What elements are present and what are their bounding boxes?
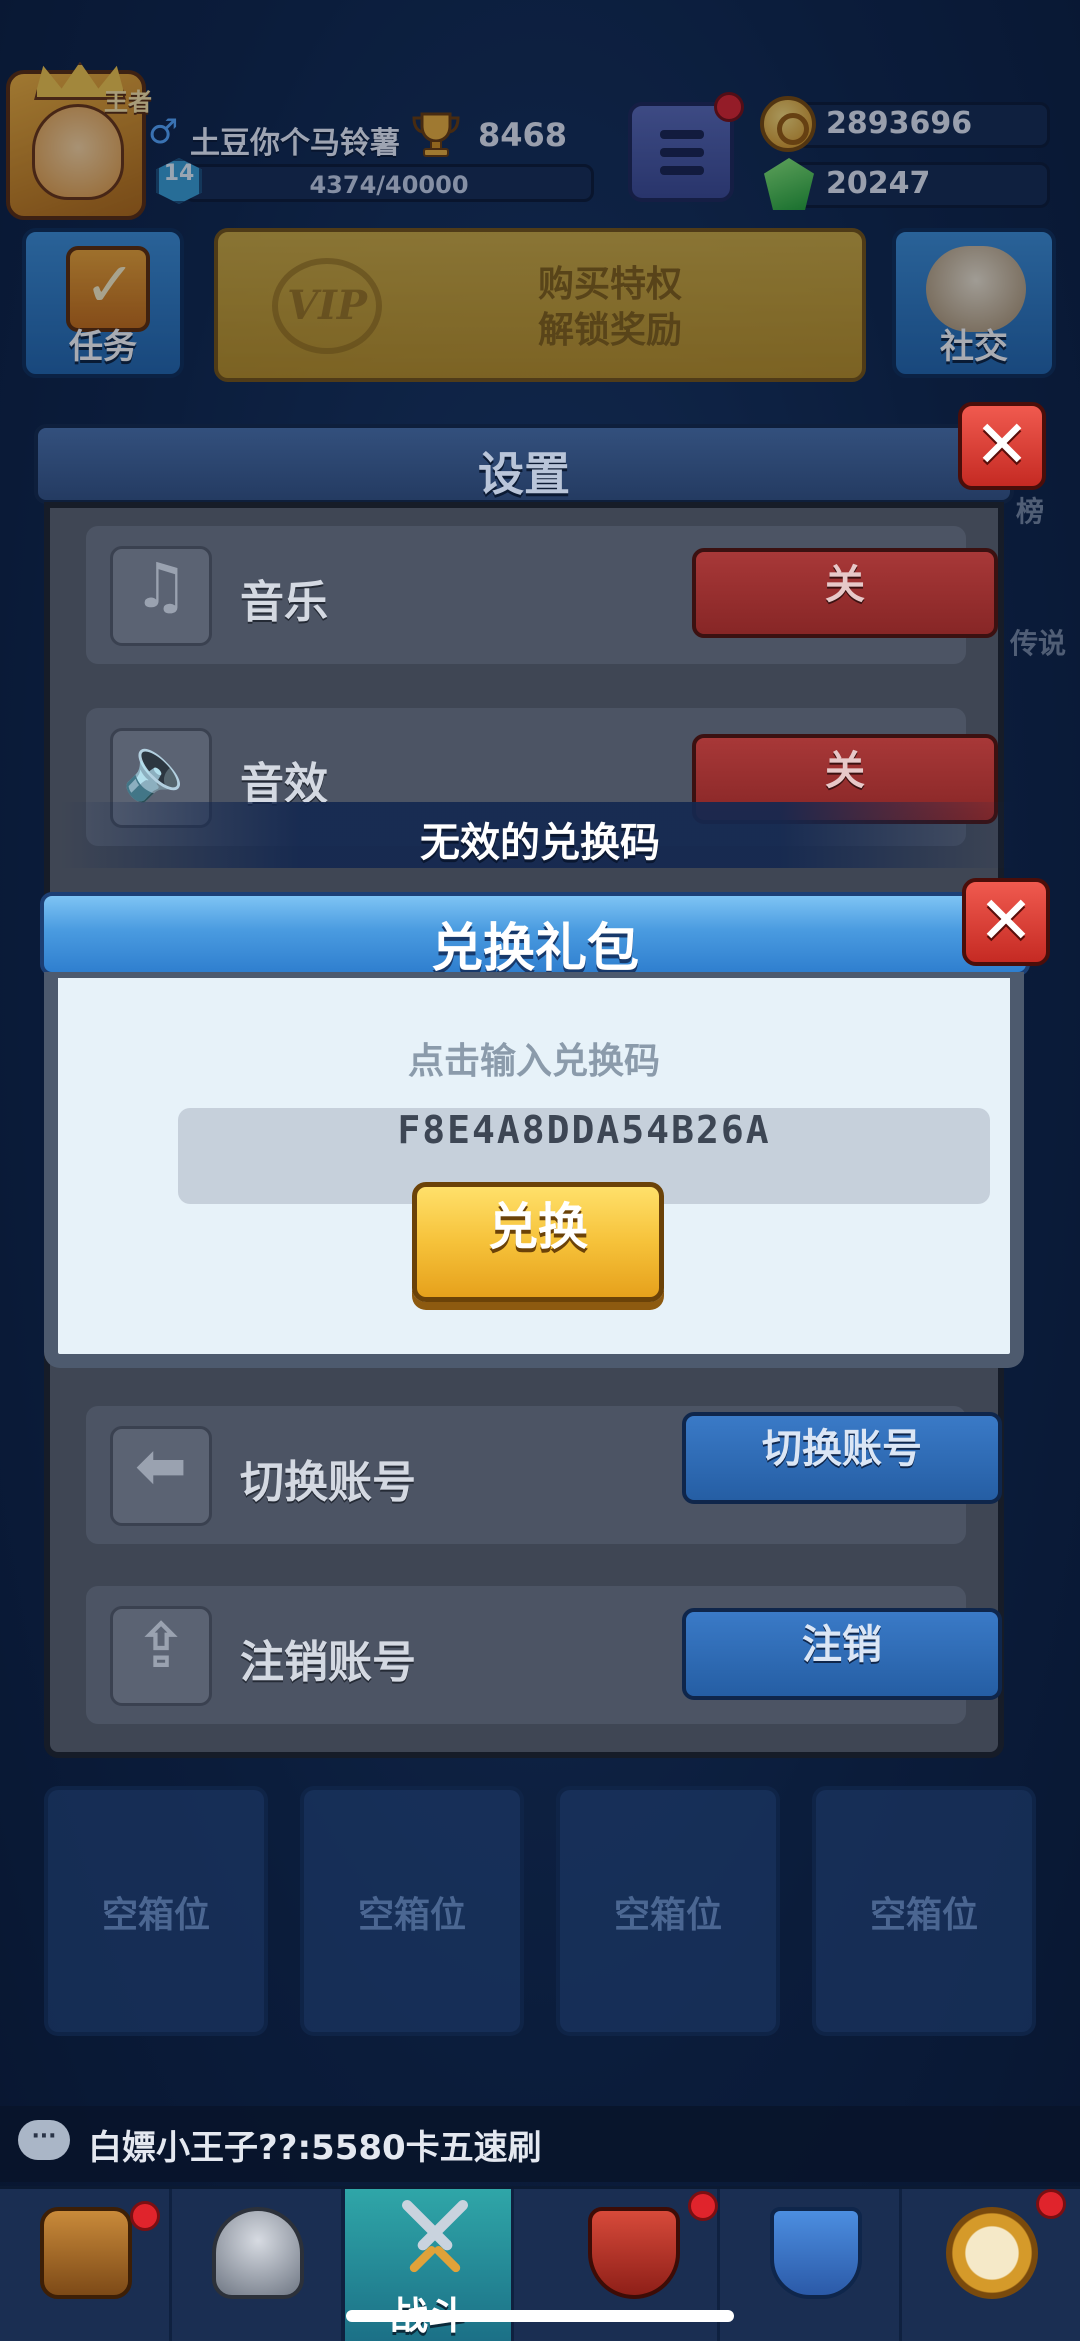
- nav-friends[interactable]: [730, 2189, 902, 2341]
- redeem-title: 兑换礼包: [430, 919, 639, 979]
- friends-banner-icon: [770, 2207, 862, 2299]
- treasure-chest-icon: [40, 2207, 132, 2299]
- home-indicator[interactable]: [346, 2310, 734, 2322]
- chest-slot[interactable]: 空箱位: [44, 1786, 268, 2036]
- share-arrow-icon: ⇪: [110, 1606, 212, 1706]
- notification-dot: [688, 2191, 718, 2221]
- setting-row-logout: ⇪ 注销账号 注销: [86, 1586, 1002, 1724]
- compass-icon: [946, 2207, 1038, 2299]
- slot-label: 空箱位: [101, 1895, 210, 1936]
- redeem-hint: 点击输入兑换码: [407, 1041, 660, 1082]
- nav-chest[interactable]: [0, 2189, 172, 2341]
- knight-helmet-icon: [212, 2207, 304, 2299]
- chest-slot[interactable]: 空箱位: [556, 1786, 780, 2036]
- logout-button[interactable]: 注销: [682, 1608, 1002, 1700]
- slot-label: 空箱位: [357, 1895, 466, 1936]
- notification-dot: [130, 2201, 160, 2231]
- slot-label: 空箱位: [613, 1895, 722, 1936]
- redeem-button[interactable]: 兑换: [412, 1182, 664, 1302]
- settings-close-icon[interactable]: ✕: [958, 402, 1046, 490]
- music-note-icon: ♫: [110, 546, 212, 646]
- nav-explore[interactable]: [906, 2189, 1078, 2341]
- redeem-body: 点击输入兑换码 F8E4A8DDA54B26A: [44, 972, 1024, 1368]
- setting-row-music: ♫ 音乐 关: [86, 526, 998, 664]
- chest-slot[interactable]: 空箱位: [812, 1786, 1036, 2036]
- notification-dot: [1036, 2189, 1066, 2219]
- music-toggle-button[interactable]: 关: [692, 548, 998, 638]
- chat-message: 白嫖小王子??:5580卡五速刷: [88, 2128, 542, 2168]
- slot-label: 空箱位: [869, 1895, 978, 1936]
- setting-label: 音乐: [240, 577, 328, 628]
- settings-title: 设置: [478, 447, 570, 501]
- crown-shield-icon: [588, 2207, 680, 2299]
- redeem-dialog: 兑换礼包 点击输入兑换码 F8E4A8DDA54B26A 兑换: [40, 892, 1030, 1476]
- nav-equipment[interactable]: [172, 2189, 344, 2341]
- redeem-close-icon[interactable]: ✕: [962, 878, 1050, 966]
- chest-slot[interactable]: 空箱位: [300, 1786, 524, 2036]
- toast-text: 无效的兑换码: [420, 820, 660, 866]
- chat-bubble-icon: ···: [18, 2120, 70, 2160]
- setting-label: 注销账号: [240, 1637, 416, 1688]
- chat-bar[interactable]: ··· 白嫖小王子??:5580卡五速刷: [0, 2106, 1080, 2182]
- redeem-header: 兑换礼包: [40, 892, 1030, 979]
- error-toast: 无效的兑换码: [60, 802, 1020, 868]
- settings-header: 设置: [34, 424, 1014, 504]
- crossed-swords-icon: [401, 2199, 469, 2273]
